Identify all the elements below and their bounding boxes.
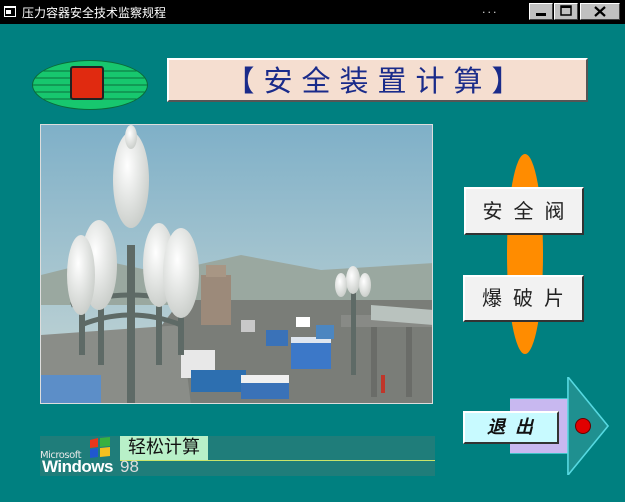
maximize-icon [560,5,572,16]
close-icon [594,6,606,17]
exit-button[interactable]: 退出 [463,411,559,444]
exit-indicator-dot [575,418,591,434]
branding-underline [120,460,435,461]
close-button[interactable] [580,3,620,20]
maximize-button[interactable] [554,3,578,20]
logo-red-box [70,66,104,100]
safety-valve-button[interactable]: 安全阀 [464,187,584,235]
street-photo [40,124,433,404]
minimize-button[interactable] [529,3,553,20]
minimize-icon [536,13,546,16]
windows-version-label: 98 [120,457,139,476]
title-bar: 压力容器安全技术监察规程 ... [0,0,625,24]
window-title: 压力容器安全技术监察规程 [22,6,167,20]
orange-pill-decoration [507,154,543,354]
photo-image [41,125,432,403]
bursting-disc-button[interactable]: 爆破片 [463,275,584,322]
page-title: 【安全装置计算】 [225,64,530,98]
app-icon[interactable] [4,6,16,17]
page-banner: 【安全装置计算】 [167,58,588,102]
windows-flag-icon [90,437,110,458]
easy-calc-label: 轻松计算 [120,436,208,460]
windows-label: Windows [42,457,113,476]
title-dots: ... [482,3,499,16]
